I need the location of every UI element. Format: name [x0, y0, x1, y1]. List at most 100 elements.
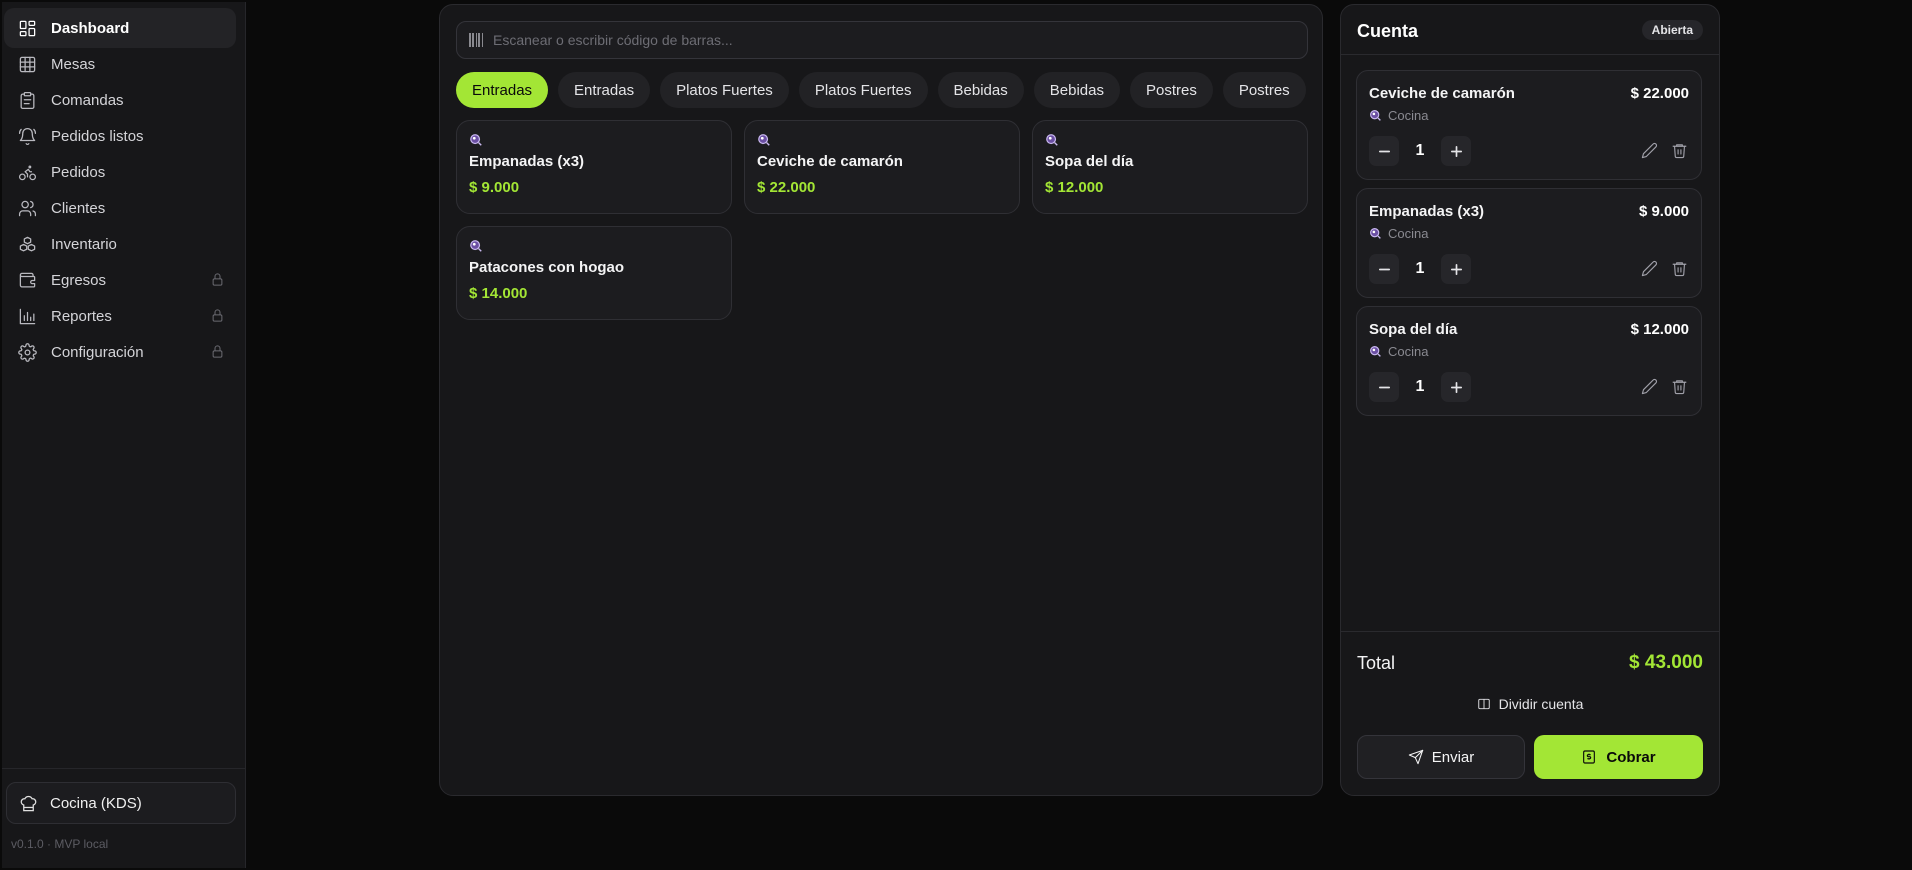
- sidebar-item-label: Mesas: [51, 55, 96, 73]
- product-panel: Entradas Entradas Platos Fuertes Platos …: [439, 4, 1323, 796]
- order-item-station: Cocina: [1369, 344, 1428, 359]
- users-icon: [17, 198, 37, 218]
- receipt-dollar-icon: [1583, 750, 1596, 764]
- kitchen-station-icon: [1370, 346, 1381, 357]
- quantity-stepper: 1: [1369, 254, 1471, 284]
- tab-postres[interactable]: Postres: [1222, 72, 1306, 108]
- account-header: Cuenta Abierta: [1341, 5, 1719, 55]
- product-name: Empanadas (x3): [469, 153, 585, 170]
- sidebar-item-label: Comandas: [51, 91, 124, 109]
- decrease-qty-button[interactable]: [1369, 254, 1399, 284]
- product-card[interactable]: Ceviche de camarón $ 22.000: [744, 120, 1020, 214]
- sidebar-item-label: Configuración: [51, 343, 144, 361]
- send-button[interactable]: Enviar: [1357, 735, 1525, 779]
- sidebar-item-pedidos[interactable]: Pedidos: [4, 152, 236, 192]
- edit-item-button[interactable]: [1641, 378, 1659, 396]
- charge-label: Cobrar: [1606, 748, 1656, 766]
- pencil-icon: [1641, 378, 1658, 395]
- order-item-price: $ 12.000: [1630, 321, 1689, 338]
- sidebar-item-dashboard[interactable]: Dashboard: [4, 8, 236, 48]
- kitchen-kds-button[interactable]: Cocina (KDS): [6, 782, 236, 824]
- account-title: Cuenta: [1357, 21, 1419, 41]
- product-card[interactable]: Patacones con hogao $ 14.000: [456, 226, 732, 320]
- sidebar-item-mesas[interactable]: Mesas: [4, 44, 236, 84]
- increase-qty-button[interactable]: [1441, 372, 1471, 402]
- trash-icon: [1672, 380, 1687, 395]
- order-item: Empanadas (x3) $ 9.000 Cocina 1: [1356, 188, 1702, 298]
- increase-qty-button[interactable]: [1441, 254, 1471, 284]
- quantity-value: 1: [1415, 260, 1425, 277]
- total-value: $ 43.000: [1629, 652, 1703, 673]
- edit-item-button[interactable]: [1641, 142, 1659, 160]
- dashboard-icon: [17, 18, 37, 38]
- kitchen-button-label: Cocina (KDS): [50, 794, 142, 812]
- bike-icon: [17, 162, 37, 182]
- tab-platos-fuertes[interactable]: Platos Fuertes: [660, 72, 789, 108]
- trash-icon: [1672, 262, 1687, 277]
- order-item-station: Cocina: [1369, 108, 1428, 123]
- sidebar-item-label: Egresos: [51, 271, 107, 289]
- tab-entradas[interactable]: Entradas: [456, 72, 549, 108]
- tab-bebidas[interactable]: Bebidas: [1033, 72, 1120, 108]
- sidebar-item-egresos[interactable]: Egresos: [4, 260, 236, 300]
- send-icon: [1408, 749, 1423, 765]
- pencil-icon: [1641, 260, 1658, 277]
- split-bill-button[interactable]: Dividir cuenta: [1341, 696, 1719, 712]
- tab-postres[interactable]: Postres: [1129, 72, 1213, 108]
- tab-platos-fuertes[interactable]: Platos Fuertes: [798, 72, 928, 108]
- minus-icon: [1378, 268, 1390, 270]
- sidebar-item-inventario[interactable]: Inventario: [4, 224, 236, 264]
- sidebar-item-pedidos-listos[interactable]: Pedidos listos: [4, 116, 236, 156]
- barcode-search[interactable]: [456, 21, 1308, 59]
- charge-button[interactable]: Cobrar: [1534, 735, 1703, 779]
- edit-item-button[interactable]: [1641, 260, 1659, 278]
- account-panel: Cuenta Abierta Ceviche de camarón $ 22.0…: [1340, 4, 1720, 796]
- tab-bebidas[interactable]: Bebidas: [937, 72, 1024, 108]
- quantity-value: 1: [1415, 378, 1425, 395]
- split-icon: [1477, 698, 1490, 710]
- split-bill-label: Dividir cuenta: [1498, 696, 1584, 712]
- product-name: Sopa del día: [1045, 153, 1134, 170]
- product-price: $ 14.000: [469, 285, 528, 302]
- clipboard-icon: [17, 90, 37, 110]
- sidebar-item-label: Clientes: [51, 199, 106, 217]
- pencil-icon: [1641, 142, 1658, 159]
- order-item-price: $ 22.000: [1630, 85, 1689, 102]
- decrease-qty-button[interactable]: [1369, 136, 1399, 166]
- chef-hat-icon: [20, 795, 37, 811]
- station-label: Cocina: [1388, 344, 1429, 359]
- sidebar: Dashboard Mesas Comandas Pedidos listos …: [2, 2, 246, 868]
- status-badge: Abierta: [1641, 20, 1703, 40]
- kitchen-station-icon: [469, 133, 483, 147]
- lock-icon: [210, 344, 226, 360]
- delete-item-button[interactable]: [1671, 260, 1689, 278]
- sidebar-item-comandas[interactable]: Comandas: [4, 80, 236, 120]
- barcode-input[interactable]: [493, 32, 1273, 48]
- sidebar-item-clientes[interactable]: Clientes: [4, 188, 236, 228]
- trash-icon: [1672, 144, 1687, 159]
- sidebar-item-reportes[interactable]: Reportes: [4, 296, 236, 336]
- barcode-icon: [469, 33, 485, 47]
- decrease-qty-button[interactable]: [1369, 372, 1399, 402]
- lock-icon: [210, 272, 226, 288]
- tab-entradas[interactable]: Entradas: [558, 72, 651, 108]
- kitchen-station-icon: [1370, 228, 1381, 239]
- increase-qty-button[interactable]: [1441, 136, 1471, 166]
- order-item: Sopa del día $ 12.000 Cocina 1: [1356, 306, 1702, 416]
- kitchen-station-icon: [1370, 110, 1381, 121]
- product-card[interactable]: Empanadas (x3) $ 9.000: [456, 120, 732, 214]
- product-card[interactable]: Sopa del día $ 12.000: [1032, 120, 1308, 214]
- product-price: $ 12.000: [1045, 179, 1104, 196]
- sidebar-item-configuracion[interactable]: Configuración: [4, 332, 236, 372]
- category-tabs: Entradas Entradas Platos Fuertes Platos …: [456, 72, 1306, 108]
- delete-item-button[interactable]: [1671, 378, 1689, 396]
- sidebar-item-label: Dashboard: [51, 19, 130, 37]
- product-price: $ 9.000: [469, 179, 520, 196]
- minus-icon: [1378, 386, 1390, 388]
- quantity-stepper: 1: [1369, 372, 1471, 402]
- product-name: Ceviche de camarón: [757, 153, 903, 170]
- kitchen-station-icon: [1045, 133, 1059, 147]
- bell-icon: [17, 126, 37, 146]
- product-price: $ 22.000: [757, 179, 816, 196]
- delete-item-button[interactable]: [1671, 142, 1689, 160]
